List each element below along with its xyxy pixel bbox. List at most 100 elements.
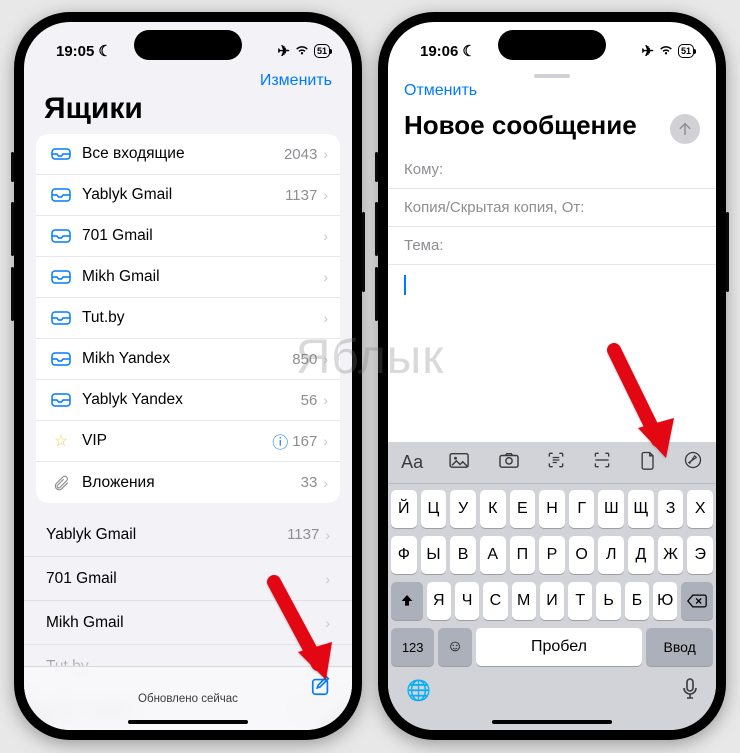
key[interactable]: Р: [539, 536, 565, 574]
mailbox-row[interactable]: Все входящие 2043 ›: [36, 134, 340, 175]
emoji-key[interactable]: ☺: [438, 628, 471, 666]
tray-icon: [48, 352, 74, 366]
chevron-right-icon: ›: [323, 392, 328, 408]
format-button[interactable]: Aa: [401, 452, 423, 473]
body-textarea[interactable]: [388, 265, 716, 305]
cancel-button[interactable]: Отменить: [404, 82, 477, 100]
mailbox-label: Все входящие: [74, 145, 284, 163]
key[interactable]: Й: [391, 490, 417, 528]
chevron-right-icon: ›: [323, 433, 328, 449]
key[interactable]: Ф: [391, 536, 417, 574]
home-indicator[interactable]: [128, 720, 248, 724]
key[interactable]: Ж: [658, 536, 684, 574]
key[interactable]: И: [540, 582, 564, 620]
info-icon[interactable]: ⓘ: [272, 429, 288, 453]
key[interactable]: С: [483, 582, 507, 620]
tray-all-icon: [48, 146, 74, 162]
key[interactable]: Ц: [421, 490, 447, 528]
mailbox-label: Tut.by: [74, 309, 317, 327]
key[interactable]: Б: [625, 582, 649, 620]
mailbox-row[interactable]: Mikh Gmail ›: [36, 257, 340, 298]
chevron-right-icon: ›: [323, 228, 328, 244]
mailbox-label: Mikh Yandex: [74, 350, 292, 368]
mailbox-row[interactable]: Yablyk Gmail 1137 ›: [36, 175, 340, 216]
key[interactable]: Ш: [598, 490, 624, 528]
sheet-grabber[interactable]: [534, 74, 570, 78]
key[interactable]: М: [512, 582, 536, 620]
home-indicator[interactable]: [492, 720, 612, 724]
enter-key[interactable]: Ввод: [646, 628, 713, 666]
key[interactable]: З: [658, 490, 684, 528]
dynamic-island: [134, 30, 242, 60]
chevron-right-icon: ›: [323, 146, 328, 162]
cc-field[interactable]: Копия/Скрытая копия, От:: [388, 189, 716, 227]
mailbox-count: 1137: [285, 187, 317, 204]
mailbox-label: Вложения: [74, 474, 301, 492]
key[interactable]: Г: [569, 490, 595, 528]
chevron-right-icon: ›: [323, 351, 328, 367]
mailbox-row-vip[interactable]: ☆ VIP ⓘ 167 ›: [36, 421, 340, 462]
key[interactable]: Т: [568, 582, 592, 620]
mailbox-label: Yablyk Gmail: [74, 186, 285, 204]
markup-button[interactable]: [683, 450, 703, 475]
shift-key[interactable]: [391, 582, 423, 620]
tray-icon: [48, 311, 74, 325]
mailbox-count: 167: [292, 433, 317, 450]
globe-key[interactable]: 🌐: [406, 678, 431, 706]
subject-field[interactable]: Тема:: [388, 227, 716, 265]
mailbox-count: 2043: [284, 146, 317, 163]
key[interactable]: Х: [687, 490, 713, 528]
airplane-icon: ✈: [277, 42, 290, 60]
account-label: Yablyk Gmail: [46, 526, 287, 544]
key[interactable]: Щ: [628, 490, 654, 528]
wifi-icon: [294, 43, 310, 60]
kb-row-2: Ф Ы В А П Р О Л Д Ж Э: [391, 536, 713, 574]
page-title: Ящики: [24, 92, 352, 134]
scan-text-button[interactable]: [546, 450, 566, 475]
paperclip-icon: [48, 474, 74, 492]
mailbox-row-attachments[interactable]: Вложения 33 ›: [36, 462, 340, 503]
battery-icon: 51: [314, 44, 330, 58]
key[interactable]: О: [569, 536, 595, 574]
key[interactable]: В: [450, 536, 476, 574]
key[interactable]: Ь: [596, 582, 620, 620]
mailbox-row[interactable]: Yablyk Yandex 56 ›: [36, 380, 340, 421]
key[interactable]: Л: [598, 536, 624, 574]
key[interactable]: Ы: [421, 536, 447, 574]
backspace-key[interactable]: [681, 582, 713, 620]
numbers-key[interactable]: 123: [391, 628, 434, 666]
star-icon: ☆: [48, 431, 74, 451]
keyboard: Aa Й Ц У К Е Н Г Ш Щ З: [388, 442, 716, 730]
key[interactable]: Я: [427, 582, 451, 620]
wifi-icon: [658, 43, 674, 60]
key[interactable]: У: [450, 490, 476, 528]
send-button[interactable]: [670, 114, 700, 144]
key[interactable]: Ч: [455, 582, 479, 620]
mailbox-label: Yablyk Yandex: [74, 391, 301, 409]
mailbox-row[interactable]: Mikh Yandex 850 ›: [36, 339, 340, 380]
camera-button[interactable]: [498, 451, 520, 474]
mic-key[interactable]: [682, 678, 698, 706]
photo-library-button[interactable]: [449, 451, 471, 474]
key[interactable]: Ю: [653, 582, 677, 620]
space-key[interactable]: Пробел: [476, 628, 643, 666]
key[interactable]: Е: [510, 490, 536, 528]
account-row[interactable]: Yablyk Gmail 1137 ›: [24, 513, 352, 557]
to-field[interactable]: Кому:: [388, 151, 716, 189]
key[interactable]: К: [480, 490, 506, 528]
chevron-right-icon: ›: [323, 187, 328, 203]
edit-button[interactable]: Изменить: [260, 72, 332, 90]
chevron-right-icon: ›: [323, 269, 328, 285]
mailbox-row[interactable]: 701 Gmail ›: [36, 216, 340, 257]
key[interactable]: Д: [628, 536, 654, 574]
key[interactable]: Э: [687, 536, 713, 574]
mailbox-count: 850: [292, 351, 317, 368]
key[interactable]: Н: [539, 490, 565, 528]
chevron-right-icon: ›: [325, 527, 330, 543]
compose-title: Новое сообщение: [388, 106, 653, 151]
mailbox-row[interactable]: Tut.by ›: [36, 298, 340, 339]
key[interactable]: А: [480, 536, 506, 574]
tray-icon: [48, 393, 74, 407]
key[interactable]: П: [510, 536, 536, 574]
kb-row-3: Я Ч С М И Т Ь Б Ю: [391, 582, 713, 620]
